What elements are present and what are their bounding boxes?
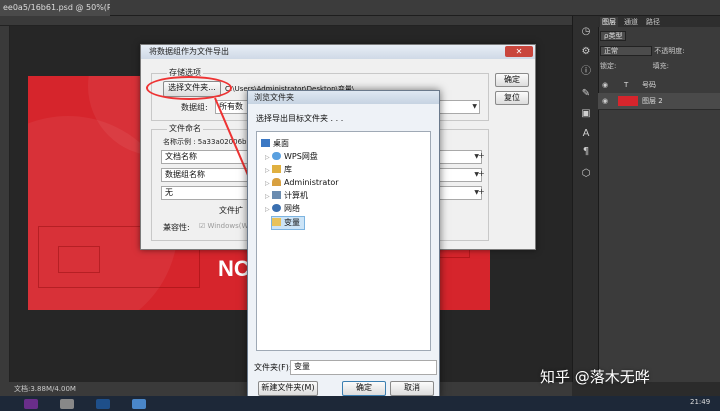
computer-icon	[272, 191, 281, 199]
tree-item-label: Administrator	[284, 178, 339, 187]
browse-prompt: 选择导出目标文件夹 . . .	[256, 114, 344, 123]
window-icon[interactable]	[132, 399, 146, 409]
browse-folder-dialog: 浏览文件夹 选择导出目标文件夹 . . . 桌面 ▷ WPS网盘 ▷ 库 ▷ Admi…	[247, 90, 440, 398]
dialog-title-text: 浏览文件夹	[254, 93, 294, 102]
tree-item-label: 变量	[284, 218, 300, 227]
chevron-right-icon[interactable]: ▷	[265, 204, 272, 216]
cloud-icon	[272, 152, 281, 160]
clock: 21:49	[690, 398, 711, 406]
premiere-icon[interactable]	[24, 399, 38, 409]
tree-item-desktop[interactable]: 桌面	[261, 138, 289, 150]
chevron-right-icon[interactable]: ▷	[265, 152, 272, 164]
user-icon	[272, 178, 281, 186]
tree-item-library[interactable]: ▷ 库	[265, 164, 292, 176]
folder-name-value: 变量	[294, 362, 310, 371]
chevron-right-icon[interactable]: ▷	[265, 165, 272, 177]
browse-cancel-button[interactable]: 取消	[390, 381, 434, 396]
tree-item-label: WPS网盘	[284, 152, 318, 161]
tree-item-administrator[interactable]: ▷ Administrator	[265, 177, 339, 189]
tree-item-label: 桌面	[273, 139, 289, 148]
network-icon	[272, 204, 281, 212]
library-icon	[272, 165, 281, 173]
new-folder-button[interactable]: 新建文件夹(M)	[258, 381, 318, 396]
tree-item-label: 网络	[284, 204, 300, 213]
tree-item-network[interactable]: ▷ 网络	[265, 203, 300, 215]
chevron-right-icon[interactable]: ▷	[265, 191, 272, 203]
photoshop-icon[interactable]	[96, 399, 110, 409]
desktop-icon	[261, 139, 270, 147]
tree-item-computer[interactable]: ▷ 计算机	[265, 190, 308, 202]
camera-icon[interactable]	[60, 399, 74, 409]
tree-item-bianliang[interactable]: 变量	[271, 216, 305, 230]
folder-tree[interactable]: 桌面 ▷ WPS网盘 ▷ 库 ▷ Administrator ▷ 计算机 ▷ 网络 变量	[256, 131, 431, 351]
folder-field-label: 文件夹(F):	[254, 363, 292, 372]
folder-icon	[272, 218, 281, 226]
browse-ok-button[interactable]: 确定	[342, 381, 386, 396]
chevron-right-icon[interactable]: ▷	[265, 178, 272, 190]
tree-item-label: 计算机	[284, 191, 308, 200]
browse-dialog-title: 浏览文件夹	[248, 91, 439, 104]
tree-item-label: 库	[284, 165, 292, 174]
watermark: 知乎 @落木无哗	[540, 368, 650, 386]
tree-item-wps[interactable]: ▷ WPS网盘	[265, 151, 318, 163]
folder-name-input[interactable]: 变量	[290, 360, 437, 375]
